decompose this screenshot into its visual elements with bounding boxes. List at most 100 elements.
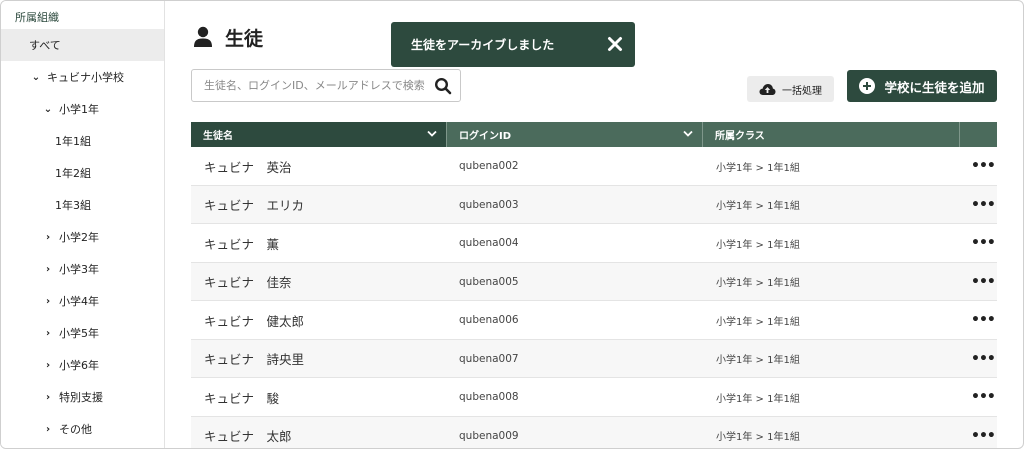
column-header-name[interactable]: 生徒名 — [191, 122, 446, 147]
sidebar-item-label: 小学3年 — [59, 263, 99, 276]
sidebar-item-label: キュビナ小学校 — [47, 71, 124, 84]
person-icon — [194, 26, 212, 47]
sidebar-item-label: 特別支援 — [59, 391, 103, 404]
page-header: 生徒 — [193, 23, 263, 51]
chevron-right-icon[interactable]: › — [42, 264, 54, 275]
student-name: キュビナ 駿 — [204, 390, 280, 406]
sidebar-item-label: その他 — [59, 423, 92, 436]
chevron-down-icon[interactable] — [427, 130, 437, 138]
class-path: 小学1年 > 1年1組 — [716, 162, 800, 174]
login-id: qubena005 — [459, 275, 519, 288]
sidebar: 所属組織 すべて ⌄ キュビナ小学校 ⌄ 小学1年 1年1組 1年2組 1年3組… — [1, 1, 165, 448]
add-student-button[interactable]: 学校に生徒を追加 — [847, 70, 997, 102]
student-name: キュビナ 佳奈 — [204, 275, 292, 290]
bulk-action-label: 一括処理 — [782, 85, 822, 97]
close-icon[interactable] — [607, 36, 623, 52]
login-id: qubena007 — [459, 352, 519, 365]
sidebar-item-class-1-1[interactable]: 1年1組 — [1, 125, 164, 157]
table-row[interactable]: キュビナ 佳奈 qubena005 小学1年 > 1年1組 ••• — [191, 262, 997, 301]
sidebar-item-grade-1[interactable]: ⌄ 小学1年 — [1, 93, 164, 125]
sidebar-item-other[interactable]: › その他 — [1, 413, 164, 445]
sidebar-item-special[interactable]: › 特別支援 — [1, 381, 164, 413]
student-name: キュビナ 詩央里 — [204, 352, 305, 367]
more-options-icon[interactable]: ••• — [971, 147, 996, 185]
sidebar-item-all[interactable]: すべて — [1, 29, 164, 61]
class-path: 小学1年 > 1年1組 — [716, 316, 800, 328]
chevron-down-icon[interactable]: ⌄ — [42, 104, 54, 115]
sidebar-title: 所属組織 — [15, 11, 59, 24]
class-path: 小学1年 > 1年1組 — [716, 393, 800, 405]
login-id: qubena004 — [459, 237, 519, 249]
search-box — [191, 69, 461, 102]
sidebar-item-grade-3[interactable]: › 小学3年 — [1, 253, 164, 285]
more-options-icon[interactable]: ••• — [971, 378, 996, 416]
more-options-icon[interactable]: ••• — [971, 186, 996, 224]
sidebar-item-class-1-3[interactable]: 1年3組 — [1, 189, 164, 221]
sidebar-item-grade-5[interactable]: › 小学5年 — [1, 317, 164, 349]
chevron-down-icon[interactable] — [683, 130, 693, 138]
sidebar-item-label: 小学5年 — [59, 327, 99, 340]
more-options-icon[interactable]: ••• — [971, 301, 996, 339]
chevron-right-icon[interactable]: › — [42, 424, 54, 435]
table-row[interactable]: キュビナ 英治 qubena002 小学1年 > 1年1組 ••• — [191, 147, 997, 186]
page-title: 生徒 — [225, 27, 264, 50]
chevron-right-icon[interactable]: › — [42, 296, 54, 307]
table-row[interactable]: キュビナ 健太郎 qubena006 小学1年 > 1年1組 ••• — [191, 301, 997, 340]
sidebar-item-label: すべて — [29, 39, 61, 52]
login-id: qubena002 — [459, 160, 519, 172]
chevron-right-icon[interactable]: › — [42, 392, 54, 403]
sidebar-item-grade-4[interactable]: › 小学4年 — [1, 285, 164, 317]
more-options-icon[interactable]: ••• — [971, 263, 996, 301]
table-row[interactable]: キュビナ エリカ qubena003 小学1年 > 1年1組 ••• — [191, 185, 997, 224]
sidebar-item-grade-2[interactable]: › 小学2年 — [1, 221, 164, 253]
class-path: 小学1年 > 1年1組 — [716, 239, 800, 251]
column-header-label: 所属クラス — [715, 131, 765, 142]
table-row[interactable]: キュビナ 詩央里 qubena007 小学1年 > 1年1組 ••• — [191, 339, 997, 378]
app-window: 所属組織 すべて ⌄ キュビナ小学校 ⌄ 小学1年 1年1組 1年2組 1年3組… — [0, 0, 1024, 449]
student-name: キュビナ 薫 — [204, 236, 280, 252]
class-path: 小学1年 > 1年1組 — [716, 355, 800, 366]
bulk-action-button[interactable]: 一括処理 — [747, 76, 834, 102]
chevron-down-icon[interactable]: ⌄ — [30, 72, 42, 83]
student-name: キュビナ 太郎 — [204, 429, 292, 444]
sidebar-item-label: 小学6年 — [59, 359, 99, 372]
chevron-right-icon[interactable]: › — [42, 360, 54, 371]
table-row[interactable]: キュビナ 駿 qubena008 小学1年 > 1年1組 ••• — [191, 378, 997, 417]
column-header-class: 所属クラス — [703, 122, 959, 147]
add-student-label: 学校に生徒を追加 — [884, 79, 985, 95]
toast-notification: 生徒をアーカイブしました — [391, 22, 635, 67]
sidebar-item-label: 小学2年 — [59, 231, 99, 244]
cloud-upload-icon — [759, 83, 776, 95]
more-options-icon[interactable]: ••• — [971, 340, 996, 378]
sidebar-item-label: 小学1年 — [59, 103, 99, 116]
search-input[interactable] — [192, 70, 430, 101]
sidebar-item-label: 1年3組 — [55, 199, 91, 212]
column-header-login[interactable]: ログインID — [447, 122, 702, 147]
chevron-right-icon[interactable]: › — [42, 328, 54, 339]
plus-circle-icon — [859, 78, 876, 94]
login-id: qubena009 — [459, 429, 519, 442]
column-header-label: 生徒名 — [203, 131, 233, 142]
table-header: 生徒名 ログインID 所属クラス — [191, 122, 997, 147]
search-icon[interactable] — [434, 77, 452, 95]
sidebar-item-label: 小学4年 — [59, 295, 99, 308]
column-divider — [959, 122, 960, 147]
login-id: qubena006 — [459, 314, 519, 326]
sidebar-item-grade-6[interactable]: › 小学6年 — [1, 349, 164, 381]
toast-message: 生徒をアーカイブしました — [411, 38, 555, 52]
student-name: キュビナ エリカ — [204, 198, 305, 213]
sidebar-item-label: 1年2組 — [55, 167, 91, 180]
class-path: 小学1年 > 1年1組 — [716, 432, 800, 443]
sidebar-item-school[interactable]: ⌄ キュビナ小学校 — [1, 61, 164, 93]
more-options-icon[interactable]: ••• — [971, 224, 996, 262]
chevron-right-icon[interactable]: › — [42, 232, 54, 243]
sidebar-item-class-1-2[interactable]: 1年2組 — [1, 157, 164, 189]
student-name: キュビナ 健太郎 — [204, 313, 305, 329]
column-header-label: ログインID — [459, 131, 512, 142]
table-row[interactable]: キュビナ 太郎 qubena009 小学1年 > 1年1組 ••• — [191, 416, 997, 449]
login-id: qubena008 — [459, 391, 519, 403]
class-path: 小学1年 > 1年1組 — [716, 201, 800, 212]
table-row[interactable]: キュビナ 薫 qubena004 小学1年 > 1年1組 ••• — [191, 224, 997, 263]
more-options-icon[interactable]: ••• — [971, 417, 996, 449]
class-path: 小学1年 > 1年1組 — [716, 278, 800, 289]
